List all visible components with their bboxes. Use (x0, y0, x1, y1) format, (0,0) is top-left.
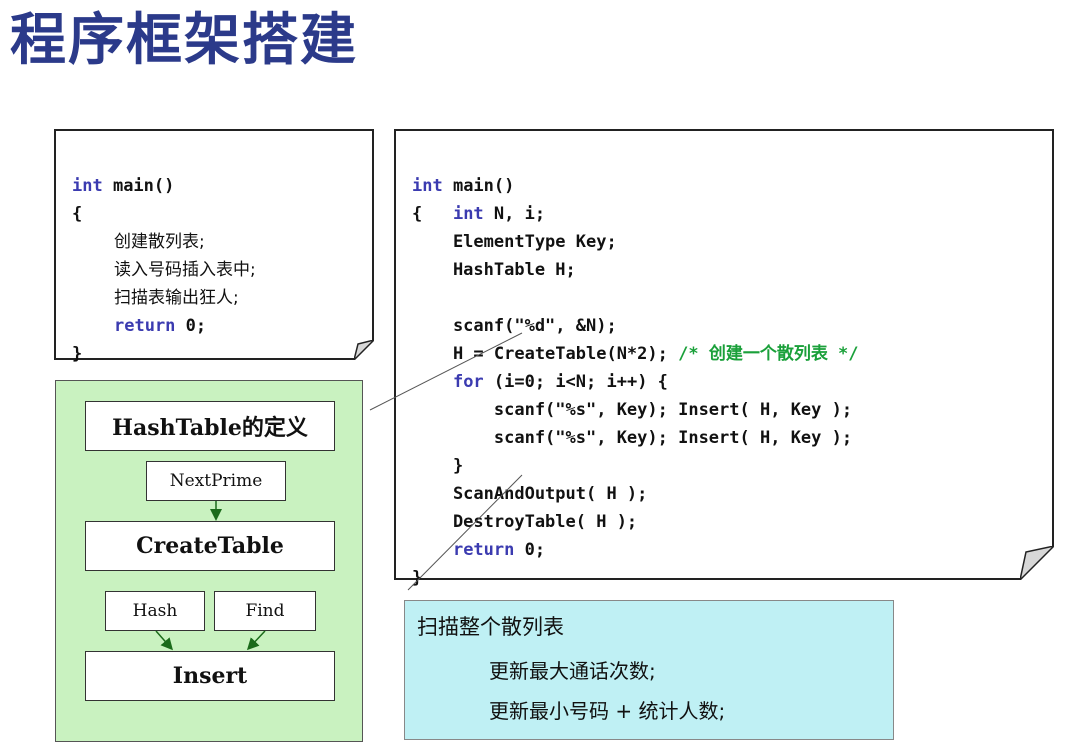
code-line: scanf("%s", Key); Insert( H, Key ); (412, 428, 853, 448)
code-keyword: for (452, 372, 484, 392)
code-keyword: return (114, 316, 176, 336)
code-comment: /* 创建一个散列表 */ (678, 344, 859, 364)
code-line: } (72, 344, 83, 364)
code-keyword: int (452, 204, 484, 224)
code-line: scanf("%d", &N); (412, 316, 617, 336)
page-title: 程序框架搭建 (10, 8, 358, 73)
code-keyword: int (412, 176, 443, 196)
code-line: } (412, 568, 423, 588)
code-keyword: int (72, 176, 103, 196)
code-keyword: return (452, 540, 515, 560)
code-line: DestroyTable( H ); (412, 512, 638, 532)
scan-note-heading: 扫描整个散列表 (417, 615, 564, 639)
code-text: main() (102, 176, 175, 196)
code-text: N, i; (483, 204, 546, 224)
code-line: } (412, 456, 464, 476)
scan-note-item: 更新最大通话次数; (489, 659, 656, 683)
code-line: ElementType Key; (412, 232, 617, 252)
diagram-arrows (155, 501, 266, 651)
code-line: 读入号码插入表中; (114, 260, 256, 280)
code-text: H = CreateTable(N*2); (412, 344, 679, 364)
code-text: (i=0; i<N; i++) { (483, 372, 668, 392)
code-line: { (72, 204, 83, 224)
outline-code-note: int main() { 创建散列表; 读入号码插入表中; 扫描表输出狂人; return… (54, 129, 374, 364)
page-fold-icon (1020, 546, 1054, 580)
scan-note: 扫描整个散列表 更新最大通话次数; 更新最小号码 + 统计人数; (404, 600, 894, 740)
page-fold-icon (354, 340, 374, 360)
code-line: 创建散列表; (114, 232, 205, 252)
function-diagram-panel: HashTable的定义 NextPrime CreateTable Hash … (55, 380, 363, 742)
code-line: HashTable H; (412, 260, 576, 280)
code-text: 0; (514, 540, 546, 560)
main-code-note: int main() { int N, i; ElementType Key; H… (394, 129, 1054, 588)
code-line: ScanAndOutput( H ); (412, 484, 648, 504)
code-text: { (412, 204, 453, 224)
code-text: 0; (175, 316, 207, 336)
code-text: main() (442, 176, 515, 196)
main-code: int main() { int N, i; ElementType Key; H… (412, 144, 859, 648)
code-line: 扫描表输出狂人; (114, 288, 239, 308)
scan-note-item: 更新最小号码 + 统计人数; (489, 699, 726, 723)
code-line: scanf("%s", Key); Insert( H, Key ); (412, 400, 853, 420)
